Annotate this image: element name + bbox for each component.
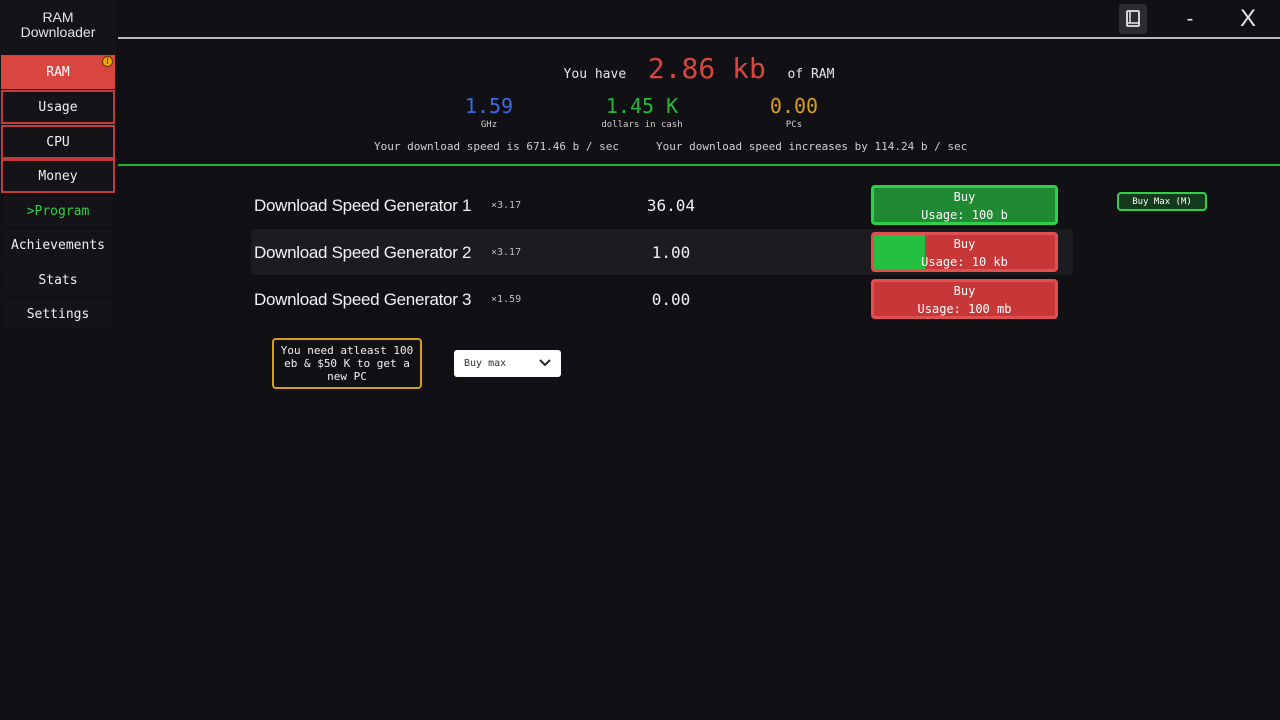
buy-mode-value: Buy max <box>464 358 507 369</box>
buy-mode-select[interactable]: Buy max <box>454 350 561 377</box>
sidebar-item-label: >Program <box>26 203 90 219</box>
sidebar-item-label: CPU <box>46 134 70 150</box>
buy-button-label: Buy <box>953 237 976 251</box>
close-button[interactable]: X <box>1234 4 1262 34</box>
download-speed-text: Your download speed is 671.46 b / sec <box>374 140 620 153</box>
buy-button-label: Buy <box>953 190 976 204</box>
cash-label: dollars in cash <box>601 120 683 130</box>
buy-button-cost: Usage: 100 mb <box>917 302 1012 316</box>
notification-alert-icon <box>102 56 113 67</box>
sidebar-item-usage[interactable]: Usage <box>1 90 115 124</box>
pcs-stat: 0.00 PCs <box>724 94 864 130</box>
sidebar-item-achievements[interactable]: Achievements <box>1 228 115 262</box>
section-divider <box>118 164 1280 166</box>
minimize-button[interactable]: - <box>1180 4 1200 34</box>
book-icon <box>1126 10 1140 27</box>
generator-name: Download Speed Generator 3 <box>254 290 472 309</box>
buy-generator-1-button[interactable]: Buy Usage: 100 b <box>871 185 1058 225</box>
sidebar-item-settings[interactable]: Settings <box>1 297 115 331</box>
sidebar-item-cpu[interactable]: CPU <box>1 125 115 159</box>
app-title-line1: RAM <box>42 9 74 25</box>
app-title: RAM Downloader <box>0 10 116 40</box>
generator-row-2: Download Speed Generator 2 ×3.17 1.00 Bu… <box>251 229 1073 275</box>
speed-increase-text: Your download speed increases by 114.24 … <box>656 140 968 153</box>
book-icon-button[interactable] <box>1119 4 1147 34</box>
sidebar-item-label: Settings <box>26 306 90 322</box>
generator-count: 36.04 <box>646 196 696 215</box>
sidebar-item-ram[interactable]: RAM <box>1 55 115 89</box>
sidebar: RAM Downloader RAM Usage CPU Money >Prog… <box>0 0 116 332</box>
generator-count: 0.00 <box>651 290 691 309</box>
chevron-down-icon <box>539 359 551 367</box>
generator-count: 1.00 <box>651 243 691 262</box>
buy-generator-3-button[interactable]: Buy Usage: 100 mb <box>871 279 1058 319</box>
generator-row-1: Download Speed Generator 1 ×3.17 36.04 B… <box>251 182 1073 228</box>
sidebar-item-stats[interactable]: Stats <box>1 263 115 297</box>
ghz-value: 1.59 <box>464 94 514 118</box>
buy-button-label: Buy <box>953 284 976 298</box>
sidebar-item-label: Stats <box>38 272 78 288</box>
ram-summary: You have 2.86 kb of RAM <box>118 52 1280 85</box>
ram-suffix: of RAM <box>787 67 835 82</box>
buy-max-m-button[interactable]: Buy Max (M) <box>1117 192 1207 211</box>
generator-multiplier: ×1.59 <box>491 294 522 305</box>
buy-generator-2-button[interactable]: Buy Usage: 10 kb <box>871 232 1058 272</box>
generator-row-3: Download Speed Generator 3 ×1.59 0.00 Bu… <box>251 276 1073 322</box>
sidebar-item-label: Money <box>38 168 78 184</box>
ghz-stat: 1.59 GHz <box>419 94 559 130</box>
generator-name: Download Speed Generator 1 <box>254 196 472 215</box>
sidebar-item-label: Usage <box>38 99 78 115</box>
sidebar-item-program[interactable]: >Program <box>1 194 115 228</box>
app-title-line2: Downloader <box>20 24 96 40</box>
ram-prefix: You have <box>563 67 627 82</box>
sidebar-item-label: RAM <box>46 64 70 80</box>
sidebar-item-money[interactable]: Money <box>1 159 115 193</box>
new-pc-button[interactable]: You need atleast 100 eb & $50 K to get a… <box>272 338 422 389</box>
pcs-value: 0.00 <box>769 94 819 118</box>
buy-button-cost: Usage: 100 b <box>921 208 1008 222</box>
ghz-label: GHz <box>480 120 498 130</box>
generator-name: Download Speed Generator 2 <box>254 243 472 262</box>
generator-multiplier: ×3.17 <box>491 247 522 258</box>
header-divider <box>118 37 1280 39</box>
cash-value: 1.45 K <box>605 94 679 118</box>
ram-value: 2.86 kb <box>647 52 766 85</box>
buy-button-cost: Usage: 10 kb <box>921 255 1008 269</box>
sidebar-item-label: Achievements <box>11 237 105 253</box>
cash-stat: 1.45 K dollars in cash <box>572 94 712 130</box>
generator-multiplier: ×3.17 <box>491 200 522 211</box>
pcs-label: PCs <box>785 120 803 130</box>
